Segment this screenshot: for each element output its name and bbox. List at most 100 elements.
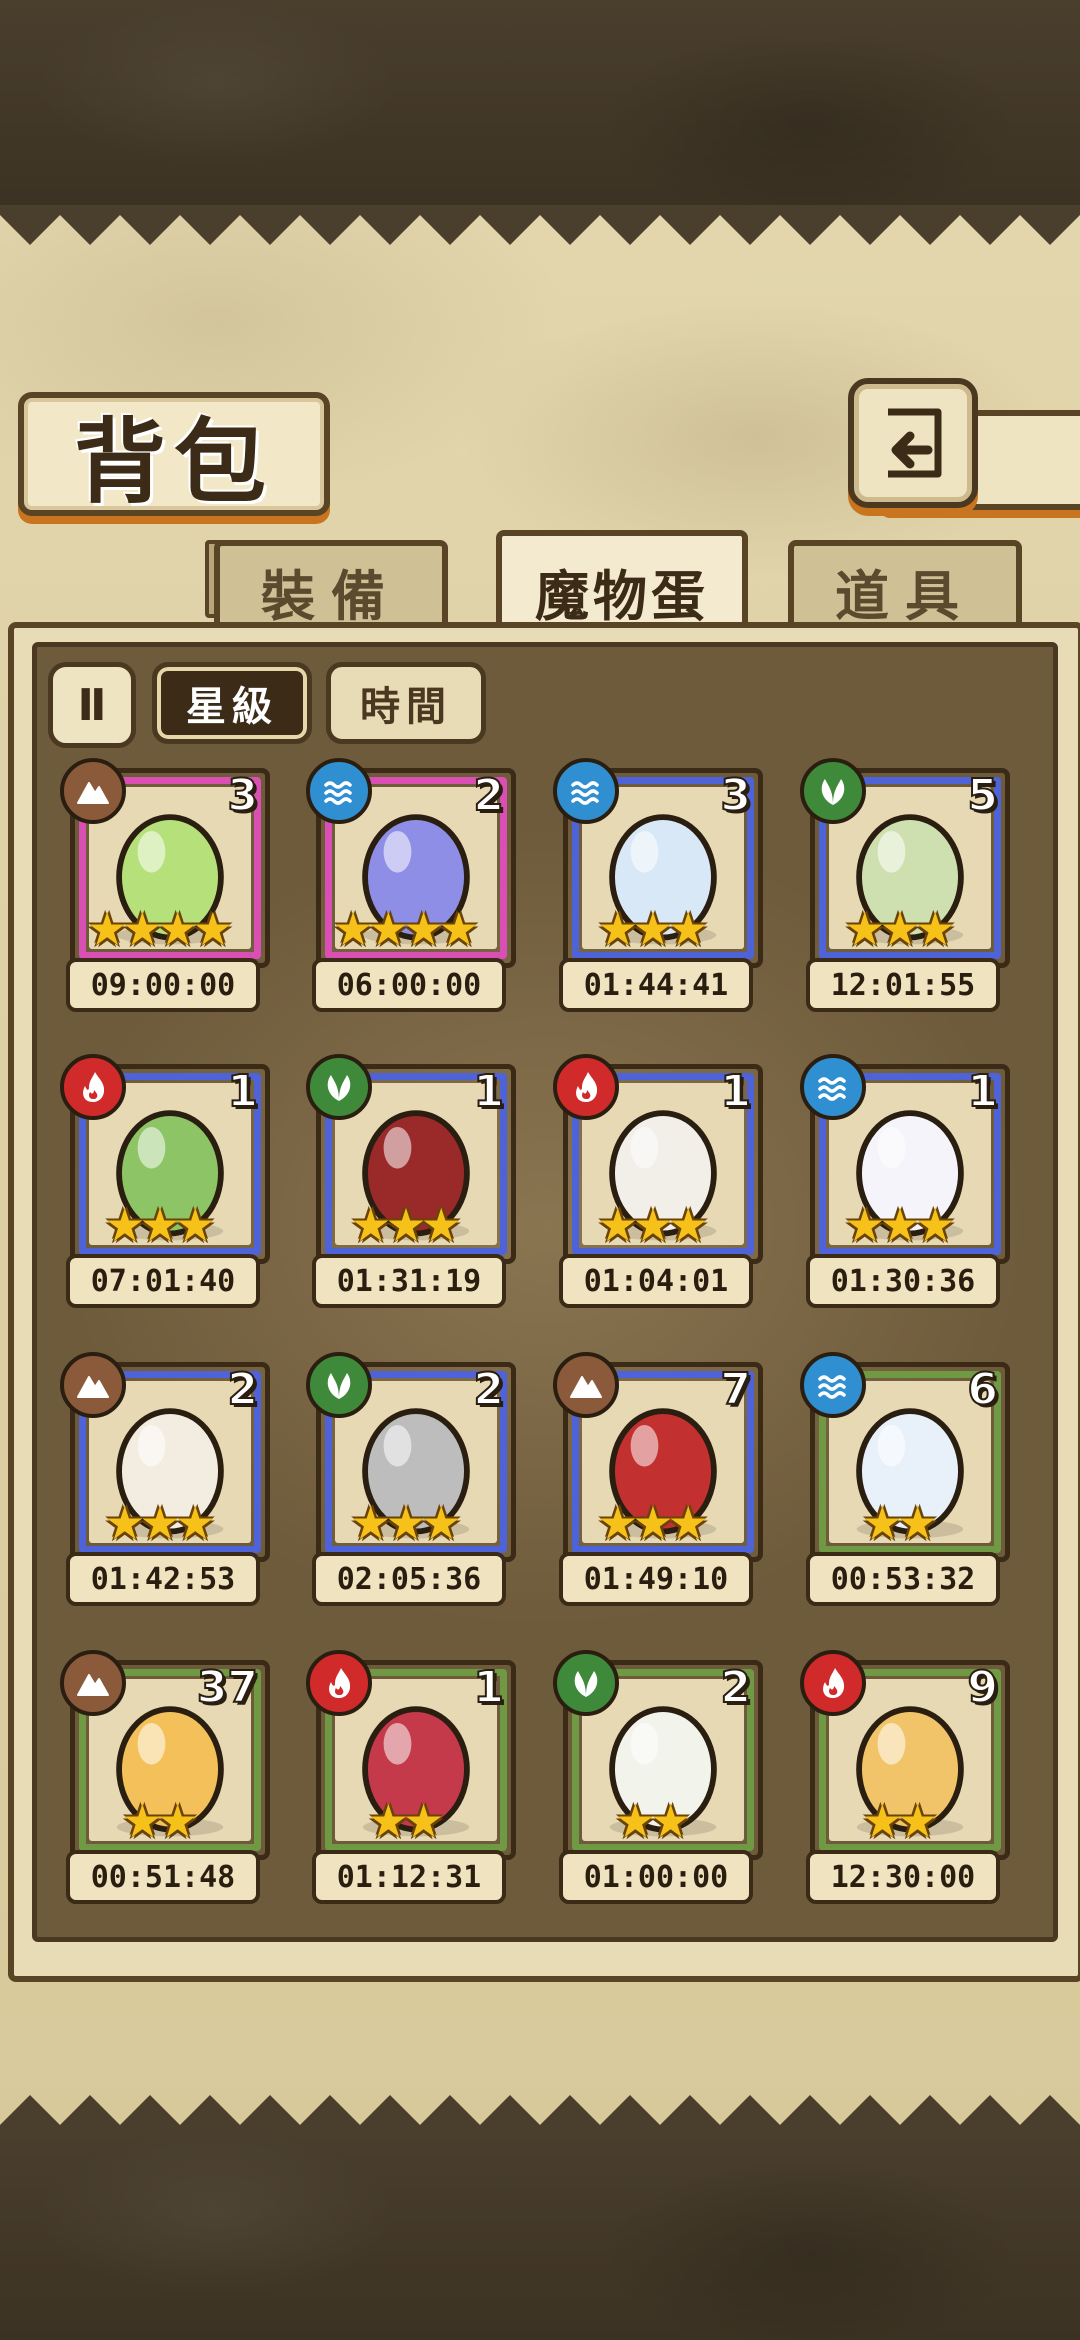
egg-count: 6: [966, 1363, 999, 1416]
star-rating: ★ ★: [60, 1798, 260, 1844]
sort-order-toggle[interactable]: Ⅱ: [48, 662, 136, 748]
earth-element-icon: [60, 1650, 126, 1716]
earth-element-icon: [60, 758, 126, 824]
star-rating: ★ ★: [800, 1500, 1000, 1546]
egg-count: 5: [966, 769, 999, 822]
page-title: 背包: [73, 407, 274, 516]
egg-count: 1: [719, 1065, 752, 1118]
star-icon: ★: [403, 1794, 445, 1848]
earth-element-icon: [60, 1352, 126, 1418]
fire-element-icon: [306, 1650, 372, 1716]
water-element-icon: [800, 1054, 866, 1120]
star-rating: ★ ★ ★ ★: [306, 906, 506, 952]
hatch-timer: 01:31:19: [312, 1254, 506, 1308]
hatch-timer: 02:05:36: [312, 1552, 506, 1606]
hatch-timer: 01:04:01: [559, 1254, 753, 1308]
egg-card-fluffy-egg[interactable]: 2 ★ ★ ★ 01:42:53: [60, 1352, 274, 1606]
egg-card-bow-egg[interactable]: 1 ★ ★ ★ 01:30:36: [800, 1054, 1014, 1308]
sort-by-star-button[interactable]: 星級: [152, 662, 312, 744]
star-rating: ★ ★ ★: [306, 1202, 506, 1248]
wood-element-icon: [306, 1352, 372, 1418]
bottom-map-band: [0, 2130, 1080, 2340]
water-element-icon: [306, 758, 372, 824]
egg-card-cloud-egg[interactable]: 3 ★ ★ ★ 01:44:41: [553, 758, 767, 1012]
hatch-timer: 01:12:31: [312, 1850, 506, 1904]
star-icon: ★: [157, 1794, 199, 1848]
egg-count: 2: [472, 1363, 505, 1416]
egg-count: 1: [472, 1661, 505, 1714]
egg-card-turnip-egg[interactable]: 2 ★ ★ 01:00:00: [553, 1650, 767, 1904]
tab-items-label: 道具: [835, 564, 975, 628]
fire-element-icon: [553, 1054, 619, 1120]
egg-card-strawberry-egg[interactable]: 1 ★ ★ ★ 01:31:19: [306, 1054, 520, 1308]
star-icon: ★: [192, 902, 234, 956]
egg-card-purple-fin-egg[interactable]: 2 ★ ★ ★ ★ 06:00:00: [306, 758, 520, 1012]
top-map-band: [0, 0, 1080, 210]
hatch-timer: 01:00:00: [559, 1850, 753, 1904]
egg-card-leaf-egg[interactable]: 5 ★ ★ ★ 12:01:55: [800, 758, 1014, 1012]
wood-element-icon: [553, 1650, 619, 1716]
egg-count: 7: [719, 1363, 752, 1416]
egg-card-spiked-helmet-egg[interactable]: 2 ★ ★ ★ 02:05:36: [306, 1352, 520, 1606]
star-icon: ★: [667, 1198, 709, 1252]
egg-count: 2: [226, 1363, 259, 1416]
water-element-icon: [553, 758, 619, 824]
star-rating: ★ ★ ★ ★: [60, 906, 260, 952]
star-icon: ★: [914, 1198, 956, 1252]
hatch-timer: 01:49:10: [559, 1552, 753, 1606]
egg-count: 1: [966, 1065, 999, 1118]
star-icon: ★: [174, 1198, 216, 1252]
star-rating: ★ ★: [553, 1798, 753, 1844]
hatch-timer: 06:00:00: [312, 958, 506, 1012]
hatch-timer: 00:51:48: [66, 1850, 260, 1904]
egg-count: 2: [719, 1661, 752, 1714]
hatch-timer: 09:00:00: [66, 958, 260, 1012]
star-rating: ★ ★ ★: [60, 1500, 260, 1546]
star-icon: ★: [650, 1794, 692, 1848]
star-icon: ★: [420, 1198, 462, 1252]
top-zigzag-border: [0, 205, 1080, 245]
star-rating: ★ ★: [306, 1798, 506, 1844]
hatch-timer: 12:30:00: [806, 1850, 1000, 1904]
star-icon: ★: [438, 902, 480, 956]
egg-card-red-swirl-egg[interactable]: 1 ★ ★ 01:12:31: [306, 1650, 520, 1904]
egg-count: 2: [472, 769, 505, 822]
egg-card-green-cracked-egg[interactable]: 3 ★ ★ ★ ★ 09:00:00: [60, 758, 274, 1012]
egg-count: 3: [226, 769, 259, 822]
fire-element-icon: [60, 1054, 126, 1120]
wood-element-icon: [800, 758, 866, 824]
egg-count: 37: [196, 1661, 259, 1714]
hatch-timer: 12:01:55: [806, 958, 1000, 1012]
star-rating: ★ ★ ★: [553, 906, 753, 952]
egg-count: 9: [966, 1661, 999, 1714]
egg-card-pudding-egg[interactable]: 9 ★ ★ 12:30:00: [800, 1650, 1014, 1904]
star-icon: ★: [667, 1496, 709, 1550]
egg-count: 1: [472, 1065, 505, 1118]
sort-by-time-label: 時間: [360, 684, 452, 730]
star-icon: ★: [667, 902, 709, 956]
egg-card-cactus-egg[interactable]: 1 ★ ★ ★ 07:01:40: [60, 1054, 274, 1308]
fire-element-icon: [800, 1650, 866, 1716]
pause-icon: Ⅱ: [77, 679, 107, 731]
star-icon: ★: [897, 1794, 939, 1848]
hatch-timer: 00:53:32: [806, 1552, 1000, 1606]
bottom-zigzag-border: [0, 2095, 1080, 2135]
egg-count: 3: [719, 769, 752, 822]
egg-card-orange-swirl-egg[interactable]: 37 ★ ★ 00:51:48: [60, 1650, 274, 1904]
egg-count: 1: [226, 1065, 259, 1118]
star-icon: ★: [420, 1496, 462, 1550]
hatch-timer: 07:01:40: [66, 1254, 260, 1308]
star-rating: ★ ★ ★: [553, 1500, 753, 1546]
wood-element-icon: [306, 1054, 372, 1120]
egg-card-planet-egg[interactable]: 6 ★ ★ 00:53:32: [800, 1352, 1014, 1606]
star-icon: ★: [914, 902, 956, 956]
tab-monster-eggs-label: 魔物蛋: [535, 564, 709, 628]
page-title-plate: 背包: [18, 392, 330, 516]
egg-card-flame-egg[interactable]: 1 ★ ★ ★ 01:04:01: [553, 1054, 767, 1308]
star-rating: ★ ★ ★: [800, 1202, 1000, 1248]
back-button[interactable]: [848, 378, 978, 508]
back-arrow-icon: [888, 408, 942, 478]
sort-by-time-button[interactable]: 時間: [326, 662, 486, 744]
star-rating: ★ ★ ★: [306, 1500, 506, 1546]
egg-card-crested-helmet-egg[interactable]: 7 ★ ★ ★ 01:49:10: [553, 1352, 767, 1606]
